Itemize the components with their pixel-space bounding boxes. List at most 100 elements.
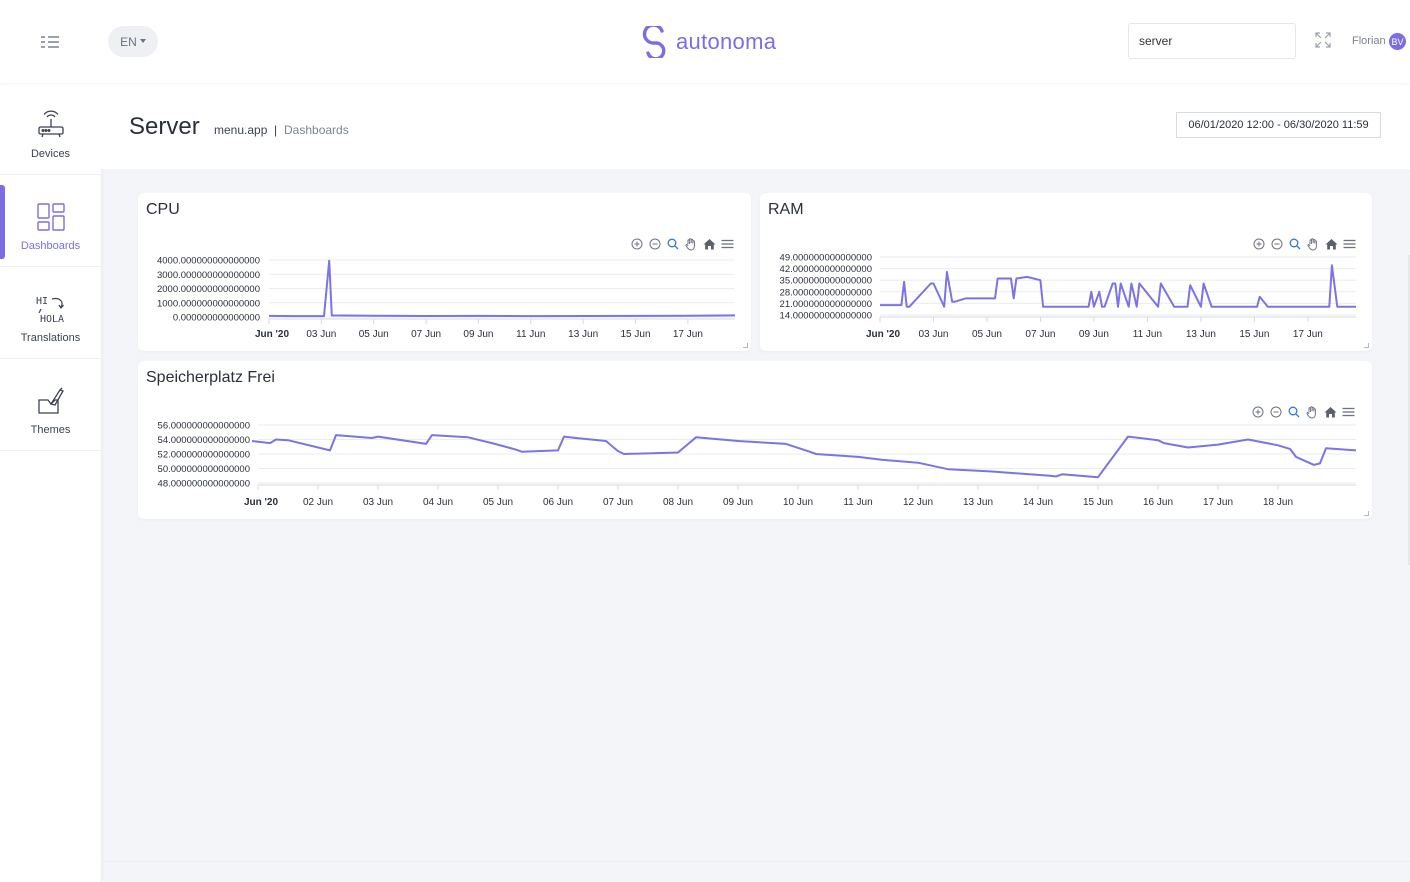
series-line[interactable]	[880, 264, 1356, 308]
search-input[interactable]	[1128, 23, 1296, 59]
y-tick-label: 49.000000000000000	[780, 253, 872, 264]
chart-card-ram: RAM 49.000000000000000 42.000000000000000…	[760, 193, 1372, 351]
y-tick-label: 0.000000000000000	[173, 313, 260, 324]
logo: autonoma	[640, 26, 776, 58]
x-tick-label: 08 Jun	[663, 497, 693, 508]
paint-brush-icon	[34, 384, 68, 418]
zoom-out-icon[interactable]	[1270, 237, 1284, 251]
y-tick-label: 28.000000000000000	[780, 287, 872, 298]
menu-icon[interactable]	[720, 237, 734, 251]
breadcrumb-current: Dashboards	[284, 123, 349, 137]
dashboard-grid-icon	[34, 200, 68, 234]
reset-home-icon[interactable]	[1324, 237, 1338, 251]
breadcrumb-separator: |	[274, 123, 278, 137]
page-title: Server	[129, 113, 200, 140]
x-tick-label: 04 Jun	[423, 497, 453, 508]
pan-icon[interactable]	[684, 237, 698, 251]
chart-toolbar	[630, 237, 734, 251]
language-label: EN	[120, 34, 137, 49]
ram-chart[interactable]: 49.00000000000000042.00000000000000035.0…	[760, 193, 1372, 351]
zoom-in-icon[interactable]	[630, 237, 644, 251]
caret-down-icon	[139, 38, 146, 43]
selection-zoom-icon[interactable]	[1288, 237, 1302, 251]
breadcrumb-app[interactable]: menu.app	[214, 123, 267, 137]
chart-card-storage: Speicherplatz Frei 56.000000000000000 54.…	[138, 361, 1372, 519]
logo-text: autonoma	[676, 29, 777, 54]
x-tick-label: 11 Jun	[843, 497, 872, 508]
menu-icon[interactable]	[1342, 237, 1356, 251]
reset-home-icon[interactable]	[1323, 405, 1337, 419]
sidebar-item-devices[interactable]: Devices	[0, 83, 101, 175]
x-tick-label: 03 Jun	[306, 329, 336, 340]
selection-zoom-icon[interactable]	[1287, 405, 1301, 419]
reset-home-icon[interactable]	[702, 237, 716, 251]
y-tick-label: 35.000000000000000	[780, 276, 872, 287]
y-tick-label: 54.000000000000000	[158, 435, 250, 446]
pan-icon[interactable]	[1305, 405, 1319, 419]
footer-divider	[101, 861, 1410, 862]
x-tick-label: 12 Jun	[903, 497, 933, 508]
x-tick-label: 17 Jun	[1293, 329, 1323, 340]
storage-chart[interactable]: 56.000000000000000 54.000000000000000 52.0…	[138, 361, 1372, 519]
menu-toggle-icon[interactable]	[38, 33, 62, 49]
x-tick-label: 13 Jun	[568, 329, 598, 340]
language-dropdown[interactable]: EN	[108, 26, 158, 57]
x-tick-label: 09 Jun	[1079, 329, 1109, 340]
x-tick-label: 05 Jun	[972, 329, 1002, 340]
date-range-value: 06/01/2020 12:00 - 06/30/2020 11:59	[1188, 119, 1369, 131]
translate-icon-top: HI	[36, 296, 48, 307]
sidebar-item-dashboards[interactable]: Dashboards	[0, 175, 101, 267]
router-icon	[34, 108, 68, 142]
y-tick-label: 1000.000000000000000	[157, 298, 260, 309]
x-tick-label: 07 Jun	[1025, 329, 1055, 340]
resize-handle-icon[interactable]	[1364, 343, 1369, 348]
top-header: EN autonoma Florian BV	[0, 0, 1410, 83]
logo-mark-icon	[642, 26, 666, 58]
resize-handle-icon[interactable]	[743, 343, 748, 348]
x-tick-label: 15 Jun	[1239, 329, 1269, 340]
x-tick-label: 03 Jun	[363, 497, 393, 508]
x-tick-label: 14 Jun	[1023, 497, 1053, 508]
x-tick-label: 13 Jun	[1186, 329, 1216, 340]
sidebar-item-translations[interactable]: HI HOLA Translations	[0, 267, 101, 359]
avatar-initials: BV	[1391, 36, 1404, 47]
sidebar-item-themes[interactable]: Themes	[0, 359, 101, 451]
series-line[interactable]	[251, 434, 1357, 479]
x-tick-label: 11 Jun	[516, 329, 545, 340]
sidebar: Devices Dashboards HI HOLA Translations	[0, 83, 101, 882]
x-tick-label: 06 Jun	[543, 497, 573, 508]
sidebar-item-label: Themes	[30, 424, 71, 436]
x-tick-label: 17 Jun	[1203, 497, 1233, 508]
page-header: Server menu.app | Dashboards 06/01/2020 …	[101, 83, 1410, 169]
resize-handle-icon[interactable]	[1364, 511, 1369, 516]
x-tick-label: 02 Jun	[303, 497, 333, 508]
sidebar-item-label: Dashboards	[20, 240, 81, 252]
x-tick-label: 16 Jun	[1143, 497, 1173, 508]
x-tick-label: 11 Jun	[1133, 329, 1162, 340]
sidebar-item-label: Devices	[30, 148, 71, 160]
translate-icon: HI HOLA	[34, 292, 68, 326]
y-tick-label: 2000.000000000000000	[157, 284, 260, 295]
zoom-in-icon[interactable]	[1251, 405, 1265, 419]
x-tick-label: 03 Jun	[918, 329, 948, 340]
zoom-out-icon[interactable]	[648, 237, 662, 251]
x-tick-label: 07 Jun	[603, 497, 633, 508]
menu-icon[interactable]	[1341, 405, 1355, 419]
zoom-in-icon[interactable]	[1252, 237, 1266, 251]
selection-zoom-icon[interactable]	[666, 237, 680, 251]
x-tick-label: Jun '20	[244, 497, 278, 508]
x-tick-label: 18 Jun	[1263, 497, 1293, 508]
fullscreen-icon[interactable]	[1314, 31, 1332, 49]
avatar[interactable]: BV	[1389, 33, 1406, 50]
y-tick-label: 52.000000000000000	[158, 450, 250, 461]
cpu-chart[interactable]: 4000.000000000000000 3000.000000000000000…	[138, 193, 751, 351]
user-name[interactable]: Florian	[1352, 35, 1386, 47]
date-range-picker[interactable]: 06/01/2020 12:00 - 06/30/2020 11:59	[1176, 112, 1381, 138]
x-tick-label: 15 Jun	[621, 329, 651, 340]
y-tick-label: 21.000000000000000	[780, 299, 872, 310]
y-tick-label: 4000.000000000000000	[157, 256, 260, 267]
x-tick-label: 10 Jun	[783, 497, 813, 508]
x-tick-label: Jun '20	[866, 329, 900, 340]
zoom-out-icon[interactable]	[1269, 405, 1283, 419]
pan-icon[interactable]	[1306, 237, 1320, 251]
